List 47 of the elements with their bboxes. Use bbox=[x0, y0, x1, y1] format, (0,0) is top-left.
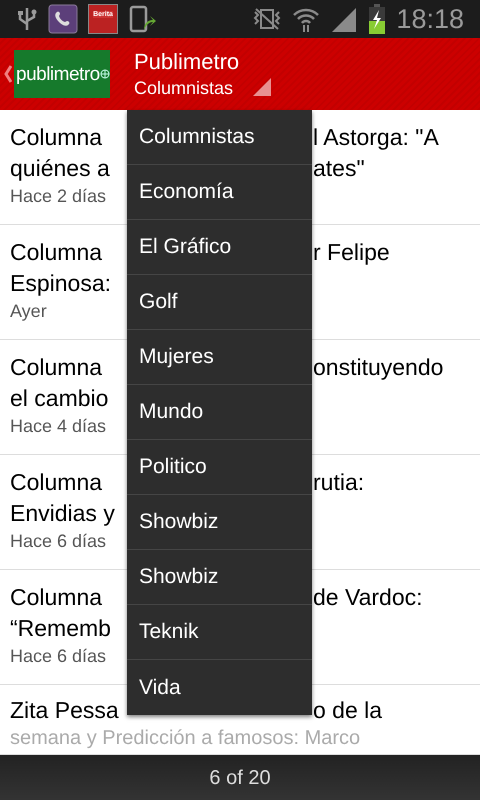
article-title-fragment: “Rememb bbox=[10, 614, 112, 643]
article-title-fragment: de Vardoc: bbox=[313, 583, 423, 612]
article-title-faded: semana y Predicción a famosos: Marco bbox=[10, 726, 360, 750]
article-title-fragment: el cambio bbox=[10, 384, 110, 413]
article-title-fragment: ates" bbox=[313, 154, 365, 183]
dropdown-item[interactable]: Showbiz bbox=[127, 495, 312, 550]
dropdown-item[interactable]: Columnistas bbox=[127, 110, 312, 165]
page-counter: 6 of 20 bbox=[209, 766, 271, 790]
dropdown-item[interactable]: Mundo bbox=[127, 385, 312, 440]
article-title-fragment: onstituyendo bbox=[313, 353, 444, 382]
category-spinner[interactable]: Publimetro Columnistas bbox=[134, 48, 274, 100]
up-button[interactable]: publimetro bbox=[0, 38, 120, 110]
clock-time: 18:18 bbox=[396, 6, 464, 32]
article-date: Ayer bbox=[10, 300, 47, 323]
article-date: Hace 2 días bbox=[10, 185, 106, 208]
article-date: Hace 4 días bbox=[10, 415, 106, 438]
article-title-fragment: rutia: bbox=[313, 468, 364, 497]
article-date: Hace 6 días bbox=[10, 645, 106, 668]
article-title-fragment: Zita Pessa bbox=[10, 696, 120, 725]
article-title-fragment: quiénes a bbox=[10, 154, 111, 183]
dropdown-item[interactable]: Teknik bbox=[127, 605, 312, 660]
article-date: Hace 6 días bbox=[10, 530, 106, 553]
article-title-fragment: o de la bbox=[313, 696, 382, 725]
dropdown-item[interactable]: Mujeres bbox=[127, 330, 312, 385]
dropdown-item[interactable]: Politico bbox=[127, 440, 312, 495]
dropdown-item[interactable]: El Gráfico bbox=[127, 220, 312, 275]
article-title-fragment: Espinosa: bbox=[10, 269, 112, 298]
phone-app-icon bbox=[48, 4, 78, 34]
vibrate-mute-icon bbox=[252, 6, 282, 32]
usb-icon bbox=[16, 6, 38, 32]
article-title-fragment: Columna bbox=[10, 583, 104, 612]
article-title-fragment: l Astorga: "A bbox=[313, 123, 439, 152]
article-title-fragment: Columna bbox=[10, 353, 104, 382]
article-title-fragment: Columna bbox=[10, 468, 104, 497]
article-title-fragment: Envidias y bbox=[10, 499, 116, 528]
dropdown-item[interactable]: Economía bbox=[127, 165, 312, 220]
back-chevron-icon bbox=[4, 65, 12, 83]
phone-upload-icon bbox=[128, 4, 158, 34]
globe-icon bbox=[100, 69, 110, 79]
dropdown-item[interactable]: Showbiz bbox=[127, 550, 312, 605]
article-title-fragment: Columna bbox=[10, 238, 104, 267]
article-title-fragment: Columna bbox=[10, 123, 104, 152]
logo-text: publimetro bbox=[16, 64, 100, 84]
spinner-triangle-icon bbox=[253, 78, 272, 96]
battery-charging-icon bbox=[368, 4, 386, 34]
article-title-fragment: r Felipe bbox=[313, 238, 390, 267]
dropdown-item[interactable]: Golf bbox=[127, 275, 312, 330]
